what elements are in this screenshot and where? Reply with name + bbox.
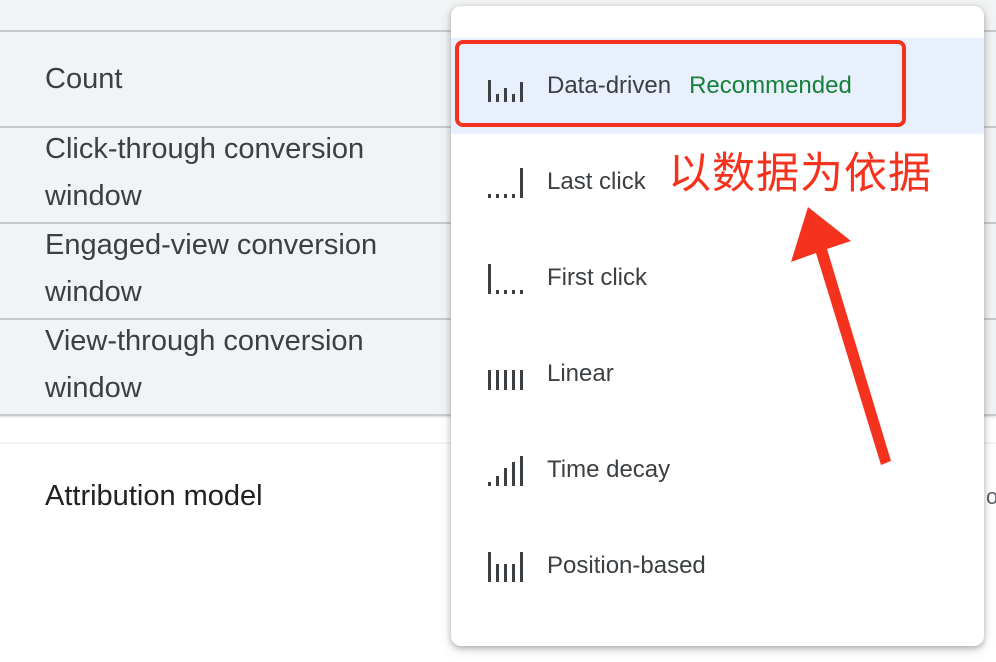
last-click-icon [488,168,523,198]
count-label: Count [45,63,123,95]
click-through-window-label: Click-through conversion window [45,133,365,212]
annotation-text: 以数据为依据 [668,149,932,199]
linear-icon [488,370,523,390]
option-first-click-label: First click [547,264,647,291]
attribution-model-label: Attribution model [45,480,263,512]
view-through-window-label: View-through conversion window [45,325,364,404]
position-based-icon [488,552,523,582]
option-position-based-label: Position-based [547,552,706,579]
annotation-highlight-box [455,40,906,127]
option-last-click-label: Last click [547,168,646,195]
option-linear-label: Linear [547,360,614,387]
option-time-decay-label: Time decay [547,456,671,483]
option-linear[interactable]: Linear [451,326,984,422]
option-position-based[interactable]: Position-based [451,518,984,614]
engaged-view-window-label: Engaged-view conversion window [45,229,378,308]
option-time-decay[interactable]: Time decay [451,422,984,518]
option-first-click[interactable]: First click [451,230,984,326]
time-decay-icon [488,456,523,486]
first-click-icon [488,264,523,294]
attribution-model-edge-text: o [986,484,996,509]
